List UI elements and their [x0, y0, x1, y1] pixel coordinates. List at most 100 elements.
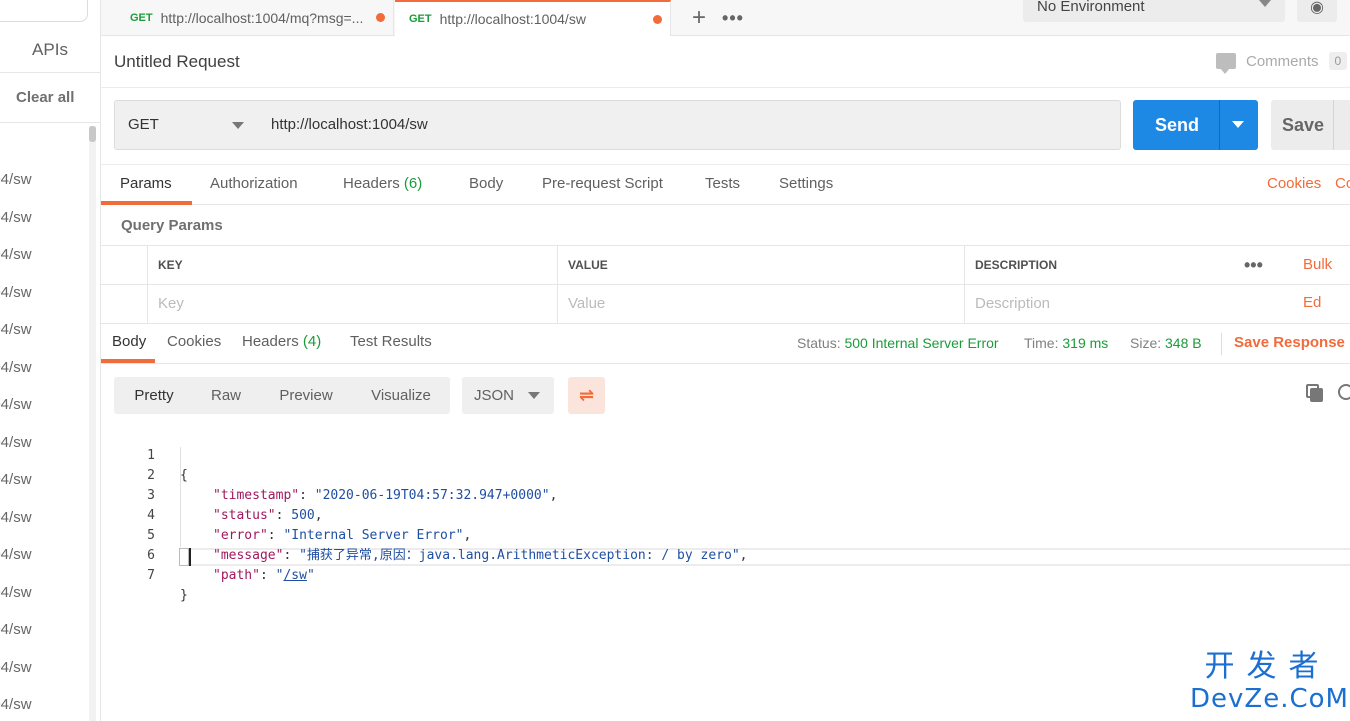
history-item[interactable]: 104/sw — [0, 245, 88, 283]
history-item[interactable]: 104/sw — [0, 433, 88, 471]
tab-headers[interactable]: Headers (6) — [343, 175, 422, 192]
headers-count: (6) — [403, 175, 423, 192]
copy-icon-front — [1310, 388, 1323, 402]
response-headers-count: (4) — [302, 333, 322, 350]
clear-all-button[interactable]: Clear all — [16, 89, 74, 106]
sidebar-scrollbar[interactable] — [89, 126, 96, 721]
format-preview[interactable]: Preview — [258, 377, 354, 414]
table-row: Key Value Description — [101, 285, 1350, 324]
format-visualize[interactable]: Visualize — [354, 377, 448, 414]
more-tabs-icon[interactable]: ••• — [717, 0, 749, 36]
url-input[interactable]: http://localhost:1004/sw — [258, 100, 1121, 150]
response-tab-cookies[interactable]: Cookies — [167, 333, 221, 350]
cookies-link[interactable]: Cookies — [1267, 175, 1321, 192]
search-icon[interactable] — [1338, 384, 1350, 400]
history-item[interactable]: 104/sw — [0, 470, 88, 508]
json-link[interactable]: /sw — [283, 568, 306, 583]
key-input[interactable]: Key — [147, 285, 558, 323]
tab-params[interactable]: Params — [120, 175, 172, 192]
send-label: Send — [1155, 115, 1200, 135]
column-description: DESCRIPTION — [964, 246, 1244, 284]
sidebar: APIs Clear all 104/sw 104/sw 104/sw 104/… — [0, 0, 101, 721]
request-tab-active[interactable]: GET http://localhost:1004/sw — [395, 0, 671, 36]
unsaved-dot-icon — [376, 13, 385, 22]
tab-prerequest-script[interactable]: Pre-request Script — [542, 175, 663, 192]
environment-value: No Environment — [1037, 0, 1145, 15]
history-list: 104/sw 104/sw 104/sw 104/sw 104/sw 104/s… — [0, 170, 88, 721]
history-item[interactable]: 104/sw — [0, 545, 88, 583]
history-item[interactable]: 104/sw — [0, 658, 88, 696]
history-item[interactable]: 104/sw — [0, 508, 88, 546]
active-tab-indicator — [101, 201, 192, 205]
response-tab-test-results[interactable]: Test Results — [350, 333, 432, 350]
request-section-tabs: Params Authorization Headers (6) Body Pr… — [101, 164, 1350, 205]
save-button[interactable]: Save — [1271, 100, 1350, 150]
code-link[interactable]: Co — [1335, 175, 1350, 192]
sidebar-tab-apis[interactable]: APIs — [0, 40, 100, 60]
description-input[interactable]: Description — [964, 285, 1350, 323]
code-line: 6 "path": "/sw" — [101, 526, 1350, 583]
text-cursor — [189, 548, 191, 566]
language-select[interactable]: JSON — [462, 377, 554, 414]
chevron-down-icon — [1259, 0, 1271, 7]
eye-icon[interactable]: ◉ — [1297, 0, 1337, 22]
comments-count-badge: 0 — [1328, 52, 1348, 70]
response-tab-body[interactable]: Body — [112, 333, 146, 350]
history-item[interactable]: 104/sw — [0, 583, 88, 621]
time-value: 319 ms — [1062, 335, 1109, 351]
time-label: Time: — [1024, 335, 1059, 351]
tab-tests[interactable]: Tests — [705, 175, 740, 192]
tab-headers-label: Headers — [343, 175, 400, 192]
divider — [1333, 100, 1334, 150]
comment-icon — [1216, 53, 1236, 74]
response-body-editor[interactable]: 1 { 2 "timestamp": "2020-06-19T04:57:32.… — [101, 426, 1350, 603]
scrollbar-thumb[interactable] — [89, 126, 96, 142]
response-tab-headers[interactable]: Headers (4) — [242, 333, 321, 350]
status-readout: Status: 500 Internal Server Error — [797, 335, 999, 351]
tab-settings[interactable]: Settings — [779, 175, 833, 192]
more-options-icon[interactable]: ••• — [1244, 246, 1263, 284]
format-pretty[interactable]: Pretty — [114, 377, 194, 414]
status-value: 500 Internal Server Error — [844, 335, 999, 351]
value-input[interactable]: Value — [557, 285, 964, 323]
copy-icon[interactable] — [1306, 384, 1324, 402]
history-item[interactable]: 104/sw — [0, 208, 88, 246]
code-text: "path": "/sw" — [213, 566, 315, 586]
comments-button[interactable]: Comments 0 — [1216, 52, 1348, 74]
send-options-chevron-icon[interactable] — [1232, 121, 1244, 128]
history-item[interactable]: 104/sw — [0, 170, 88, 208]
save-label: Save — [1282, 115, 1325, 135]
request-title[interactable]: Untitled Request — [114, 52, 240, 72]
code-line: 1 { — [101, 426, 1350, 483]
environment-select[interactable]: No Environment — [1023, 0, 1285, 22]
code-text: } — [180, 588, 188, 603]
history-item[interactable]: 104/sw — [0, 695, 88, 721]
column-value: VALUE — [557, 246, 964, 284]
query-params-title: Query Params — [121, 217, 223, 234]
wrap-lines-icon[interactable]: ⇌ — [568, 377, 605, 414]
save-response-button[interactable]: Save Response — [1234, 334, 1345, 351]
format-toggle-group: Pretty Raw Preview Visualize — [114, 377, 450, 414]
code-line: 3 "status": 500, — [101, 466, 1350, 523]
divider — [0, 72, 100, 73]
sidebar-search-input[interactable] — [0, 0, 88, 22]
size-value: 348 B — [1165, 335, 1202, 351]
status-label: Status: — [797, 335, 841, 351]
tab-authorization[interactable]: Authorization — [210, 175, 298, 192]
history-item[interactable]: 104/sw — [0, 395, 88, 433]
response-tabs: Body Cookies Headers (4) Test Results St… — [101, 323, 1350, 364]
request-tab[interactable]: GET http://localhost:1004/mq?msg=... — [116, 0, 394, 36]
send-button[interactable]: Send — [1133, 100, 1258, 150]
tab-body[interactable]: Body — [469, 175, 503, 192]
history-item[interactable]: 104/sw — [0, 358, 88, 396]
history-item[interactable]: 104/sw — [0, 320, 88, 358]
divider — [1219, 100, 1220, 150]
json-string-quote: " — [306, 568, 315, 583]
method-select[interactable]: GET — [114, 100, 259, 150]
format-raw[interactable]: Raw — [194, 377, 258, 414]
column-key: KEY — [147, 246, 558, 284]
new-tab-plus-icon[interactable]: + — [683, 0, 715, 36]
history-item[interactable]: 104/sw — [0, 620, 88, 658]
divider — [101, 87, 1350, 88]
history-item[interactable]: 104/sw — [0, 283, 88, 321]
